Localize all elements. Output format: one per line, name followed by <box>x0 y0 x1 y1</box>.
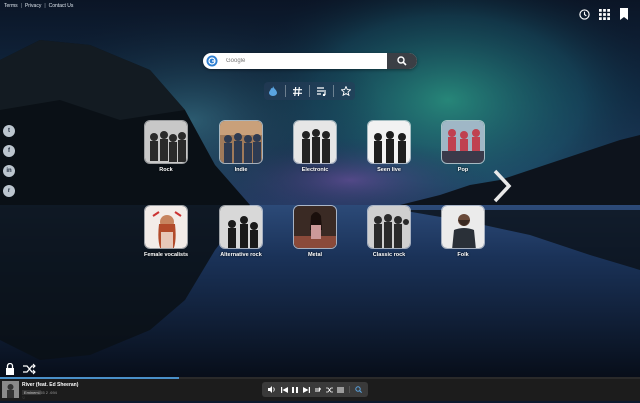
genre-tile-classic-rock[interactable]: Classic rock <box>367 205 411 258</box>
playback-progress[interactable] <box>0 377 640 379</box>
genre-label: Metal <box>307 252 323 258</box>
previous-icon[interactable] <box>280 386 288 393</box>
genre-tile-folk[interactable]: Folk <box>441 205 485 258</box>
chevron-right-icon <box>493 169 512 203</box>
facebook-icon[interactable]: f <box>3 145 15 157</box>
category-tabs <box>264 82 355 100</box>
tab-divider <box>333 85 335 97</box>
genre-tile-metal[interactable]: Metal <box>293 205 337 258</box>
progress-fill <box>0 377 180 379</box>
genre-label: Electronic <box>301 167 329 173</box>
apps-grid-icon[interactable] <box>598 8 610 20</box>
link-separator: | <box>20 3 22 9</box>
genre-thumbnail <box>144 205 188 249</box>
next-page-arrow[interactable] <box>491 168 513 204</box>
genre-thumbnail <box>367 120 411 164</box>
link-separator: | <box>44 3 46 9</box>
genre-tile-indie[interactable]: Indie <box>219 120 263 173</box>
genre-thumbnail <box>367 205 411 249</box>
repeat-icon[interactable] <box>314 386 322 393</box>
genre-thumbnail <box>219 205 263 249</box>
contact-us-link[interactable]: Contact Us <box>49 3 74 9</box>
now-playing-views: 155 2 .694 <box>38 390 57 395</box>
genre-label: Alternative rock <box>220 252 262 258</box>
tab-playlists[interactable] <box>315 84 329 98</box>
star-icon <box>340 86 351 96</box>
magnifier-icon <box>397 56 407 66</box>
genre-label: Rock <box>159 167 173 173</box>
search-input[interactable] <box>224 57 378 65</box>
genre-thumbnail <box>441 205 485 249</box>
search-bar <box>203 53 417 69</box>
shuffle-small-icon[interactable] <box>325 387 333 393</box>
flame-icon <box>269 86 278 96</box>
genre-thumbnail <box>293 120 337 164</box>
genre-label: Pop <box>457 167 469 173</box>
tab-divider <box>308 85 310 97</box>
now-playing-artwork <box>2 381 19 398</box>
linkedin-icon[interactable]: in <box>3 165 15 177</box>
genre-label: Folk <box>457 252 469 258</box>
queue-icon[interactable] <box>337 387 345 393</box>
music-player-bar: River (feat. Ed Sheeran) Eminem 155 2 .6… <box>0 377 640 401</box>
bookmark-icon[interactable] <box>618 8 630 20</box>
google-search-icon[interactable] <box>206 55 218 67</box>
tab-genres[interactable] <box>290 84 304 98</box>
genre-label: Female vocalists <box>143 252 189 258</box>
footer-links: Terms | Privacy | Contact Us <box>4 3 73 9</box>
top-right-toolbar <box>578 8 630 20</box>
history-icon[interactable] <box>578 8 590 20</box>
social-links: t f in r <box>3 125 15 197</box>
genre-tile-rock[interactable]: Rock <box>144 120 188 173</box>
pause-icon[interactable] <box>292 386 299 393</box>
playlist-icon <box>316 86 326 96</box>
tab-favorites[interactable] <box>339 84 353 98</box>
tab-trending[interactable] <box>266 84 280 98</box>
genre-thumbnail <box>293 205 337 249</box>
genre-thumbnail <box>219 120 263 164</box>
reddit-icon[interactable]: r <box>3 185 15 197</box>
genre-label: Classic rock <box>372 252 406 258</box>
player-controls <box>262 382 368 397</box>
genre-tile-alternative-rock[interactable]: Alternative rock <box>219 205 263 258</box>
search-button[interactable] <box>387 53 417 69</box>
next-icon[interactable] <box>302 386 310 393</box>
player-search-icon[interactable] <box>348 386 362 393</box>
genre-tile-electronic[interactable]: Electronic <box>293 120 337 173</box>
genre-tile-female-vocalists[interactable]: Female vocalists <box>144 205 188 258</box>
twitter-icon[interactable]: t <box>3 125 15 137</box>
volume-icon[interactable] <box>268 386 276 393</box>
genre-thumbnail <box>144 120 188 164</box>
terms-link[interactable]: Terms <box>4 3 18 9</box>
genre-tile-pop[interactable]: Pop <box>441 120 485 173</box>
tab-divider <box>284 85 286 97</box>
genre-label: Indie <box>234 167 248 173</box>
privacy-link[interactable]: Privacy <box>25 3 41 9</box>
like-icon[interactable]: ♡ <box>22 396 25 400</box>
hashtag-icon <box>292 86 302 96</box>
now-playing-title: River (feat. Ed Sheeran) <box>22 382 79 388</box>
genre-thumbnail <box>441 120 485 164</box>
genre-label: Seen live <box>377 167 401 173</box>
genre-tile-seen-live[interactable]: Seen live <box>367 120 411 173</box>
